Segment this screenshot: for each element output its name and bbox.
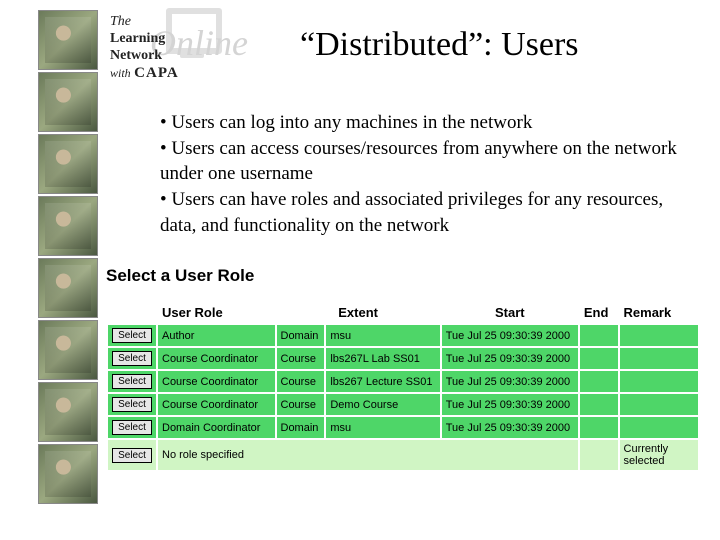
- cell-start: Tue Jul 25 09:30:39 2000: [442, 371, 578, 392]
- cell-extent-val: msu: [326, 417, 439, 438]
- bullet-item: • Users can access courses/resources fro…: [160, 136, 690, 187]
- lon-capa-logo: Online The Learning Network with CAPA: [110, 14, 179, 83]
- cell-start: Tue Jul 25 09:30:39 2000: [442, 348, 578, 369]
- table-header-row: User Role Extent Start End Remark: [108, 302, 698, 323]
- cell-extent-type: Course: [277, 348, 325, 369]
- select-button[interactable]: Select: [112, 374, 152, 389]
- table-row: Select Course Coordinator Course Demo Co…: [108, 394, 698, 415]
- cell-start: Tue Jul 25 09:30:39 2000: [442, 417, 578, 438]
- cell-role: Course Coordinator: [158, 394, 275, 415]
- decorative-photo: [38, 10, 98, 70]
- table-row: Select Course Coordinator Course lbs267L…: [108, 348, 698, 369]
- cell-remark: [620, 348, 698, 369]
- bullet-text: Users can access courses/resources from …: [160, 138, 677, 185]
- logo-capa: CAPA: [134, 65, 179, 81]
- bullet-item: • Users can log into any machines in the…: [160, 110, 690, 136]
- decorative-photo: [38, 382, 98, 442]
- th-start: Start: [442, 302, 578, 323]
- table-row: Select Course Coordinator Course lbs267 …: [108, 371, 698, 392]
- select-role-heading: Select a User Role: [106, 266, 254, 286]
- cell-extent-val: Demo Course: [326, 394, 439, 415]
- cell-end: [580, 325, 618, 346]
- bullet-list: • Users can log into any machines in the…: [160, 110, 690, 238]
- bullet-text: Users can log into any machines in the n…: [171, 112, 532, 133]
- cell-role: Author: [158, 325, 275, 346]
- user-role-table: User Role Extent Start End Remark Select…: [106, 300, 700, 472]
- decorative-photo: [38, 134, 98, 194]
- decorative-photo: [38, 72, 98, 132]
- select-button[interactable]: Select: [112, 328, 152, 343]
- select-button[interactable]: Select: [112, 397, 152, 412]
- th-role: User Role: [158, 302, 275, 323]
- cell-remark: [620, 394, 698, 415]
- decorative-photo: [38, 320, 98, 380]
- cell-remark: [620, 325, 698, 346]
- cell-start: Tue Jul 25 09:30:39 2000: [442, 325, 578, 346]
- cell-end: [580, 417, 618, 438]
- th-remark: Remark: [620, 302, 698, 323]
- table-row: Select Domain Coordinator Domain msu Tue…: [108, 417, 698, 438]
- th-extent: Extent: [277, 302, 440, 323]
- cell-extent-val: msu: [326, 325, 439, 346]
- select-button[interactable]: Select: [112, 351, 152, 366]
- cell-end: [580, 348, 618, 369]
- logo-with: with: [110, 66, 131, 80]
- page-title: “Distributed”: Users: [300, 26, 579, 64]
- cell-extent-type: Course: [277, 394, 325, 415]
- th-end: End: [580, 302, 618, 323]
- cell-extent-type: Domain: [277, 417, 325, 438]
- sidebar-photos: [38, 10, 98, 504]
- cell-end: [580, 371, 618, 392]
- cell-remark: [620, 417, 698, 438]
- cell-end: [580, 440, 618, 470]
- table-row-selected: Select No role specified Currently selec…: [108, 440, 698, 470]
- decorative-photo: [38, 444, 98, 504]
- cell-start: Tue Jul 25 09:30:39 2000: [442, 394, 578, 415]
- logo-network: Network: [110, 48, 162, 63]
- decorative-photo: [38, 196, 98, 256]
- cell-role: Course Coordinator: [158, 371, 275, 392]
- cell-remark: Currently selected: [620, 440, 698, 470]
- cell-extent-val: lbs267L Lab SS01: [326, 348, 439, 369]
- table-row: Select Author Domain msu Tue Jul 25 09:3…: [108, 325, 698, 346]
- bullet-item: • Users can have roles and associated pr…: [160, 187, 690, 238]
- cell-extent-type: Domain: [277, 325, 325, 346]
- cell-role: Course Coordinator: [158, 348, 275, 369]
- cell-end: [580, 394, 618, 415]
- decorative-photo: [38, 258, 98, 318]
- cell-remark: [620, 371, 698, 392]
- th-select: [108, 302, 156, 323]
- cell-role: Domain Coordinator: [158, 417, 275, 438]
- select-button[interactable]: Select: [112, 448, 152, 463]
- cell-extent-type: Course: [277, 371, 325, 392]
- cell-extent-val: lbs267 Lecture SS01: [326, 371, 439, 392]
- logo-the: The: [110, 14, 131, 29]
- bullet-text: Users can have roles and associated priv…: [160, 189, 663, 236]
- cell-role: No role specified: [158, 440, 578, 470]
- logo-learning: Learning: [110, 31, 165, 46]
- select-button[interactable]: Select: [112, 420, 152, 435]
